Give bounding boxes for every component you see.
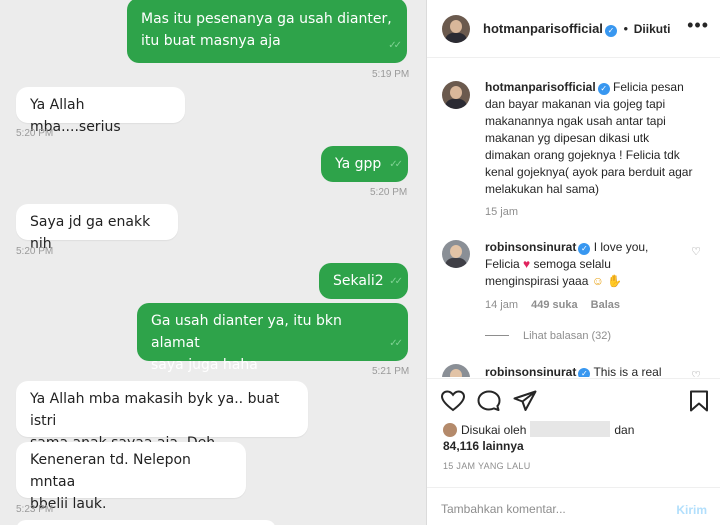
- comment-text: robinsonsinurat ✓ I love you, Felicia ♥ s…: [485, 239, 685, 290]
- avatar[interactable]: [442, 81, 470, 109]
- likes-prefix: Disukai oleh: [461, 423, 527, 437]
- avatar[interactable]: [442, 15, 470, 43]
- comment-username[interactable]: robinsonsinurat: [485, 240, 576, 254]
- caption-username[interactable]: hotmanparisofficial: [485, 80, 596, 94]
- pray-emoji-icon: ✋: [607, 274, 623, 288]
- likes-count[interactable]: 84,116 lainnya: [443, 439, 524, 453]
- header-separator: •: [623, 21, 629, 36]
- header-username[interactable]: hotmanparisofficial: [483, 21, 603, 36]
- caption-body: Felicia pesan dan bayar makanan via goje…: [485, 80, 693, 196]
- chat-bubble-incoming: Ya Allah mba makasih byk ya.. buat istri…: [16, 381, 308, 451]
- comment-meta: 14 jam 449 suka Balas: [485, 299, 620, 311]
- comments-list[interactable]: hotmanparisofficial ✓ Felicia pesan dan b…: [427, 59, 720, 377]
- chat-time: 5:21 PM: [372, 366, 410, 377]
- chat-bubble-incoming: Ya Allah mba....serius: [16, 87, 185, 135]
- share-send-icon[interactable]: [513, 390, 537, 416]
- read-check-icon: ✓✓: [389, 159, 403, 170]
- likes-count-line: 84,116 lainnya: [443, 438, 524, 455]
- chat-message-5-text: Sekali2: [333, 273, 384, 289]
- verified-badge-icon: ✓: [597, 83, 610, 95]
- chat-time: 5:19 PM: [372, 69, 410, 80]
- likes-summary: Disukai oleh dan: [461, 421, 634, 439]
- chat-time: 5:20 PM: [16, 246, 54, 257]
- chat-message-1-text: Mas itu pesenanya ga usah dianter, itu b…: [141, 11, 392, 49]
- liker-avatar[interactable]: [443, 423, 457, 437]
- chat-time: 5:23 PM: [16, 504, 54, 515]
- like-heart-icon[interactable]: [440, 390, 466, 416]
- avatar-body: [445, 258, 467, 268]
- comment-username[interactable]: robinsonsinurat: [485, 365, 576, 377]
- verified-badge-icon: ✓: [578, 368, 591, 377]
- chat-bubble-outgoing: Sekali2 ✓✓: [319, 263, 408, 299]
- avatar-body: [445, 33, 467, 43]
- add-comment-bar: Kirim: [427, 487, 720, 525]
- view-replies-button[interactable]: Lihat balasan (32): [485, 330, 611, 342]
- comment-likes[interactable]: 449 suka: [531, 299, 577, 311]
- comment-like-heart-icon[interactable]: ♡: [691, 245, 701, 258]
- post-header: hotmanparisofficial ✓ • Diikuti •••: [427, 0, 720, 58]
- chat-message-3-text: Ya gpp: [335, 156, 382, 172]
- chat-bubble-incoming: Keneneran td. Nelepon mntaa bbelii lauk.: [16, 442, 246, 512]
- smile-emoji-icon: ☺: [591, 274, 604, 288]
- red-heart-emoji-icon: ♥: [523, 257, 531, 271]
- avatar[interactable]: [442, 364, 470, 377]
- chat-bubble-incoming: Saya jd ga enakk nih: [16, 204, 178, 252]
- follow-status-button[interactable]: Diikuti: [634, 22, 671, 36]
- chat-screenshot: Mas itu pesenanya ga usah dianter, itu b…: [0, 0, 426, 525]
- avatar[interactable]: [442, 240, 470, 268]
- header-user: hotmanparisofficial ✓ • Diikuti: [483, 21, 670, 37]
- post-timestamp: 15 JAM YANG LALU: [443, 461, 531, 471]
- reply-button[interactable]: Balas: [591, 299, 620, 311]
- avatar-body: [445, 99, 467, 109]
- comment-bubble-icon[interactable]: [477, 390, 501, 416]
- comment-age: 14 jam: [485, 299, 519, 311]
- comment-input[interactable]: [441, 502, 661, 516]
- chat-time: 5:20 PM: [370, 187, 408, 198]
- chat-message-6-text: Ga usah dianter ya, itu bkn alamat saya …: [151, 313, 342, 373]
- read-check-icon: ✓✓: [389, 276, 403, 287]
- chat-bubble-incoming-partial: [16, 520, 276, 525]
- caption-text: hotmanparisofficial ✓ Felicia pesan dan b…: [485, 79, 695, 198]
- verified-badge-icon: ✓: [604, 25, 617, 37]
- instagram-post-panel: hotmanparisofficial ✓ • Diikuti ••• hotma…: [426, 0, 720, 525]
- read-check-icon: ✓✓: [389, 338, 403, 349]
- chat-bubble-outgoing: Ya gpp ✓✓: [321, 146, 408, 182]
- likes-conj: dan: [614, 423, 635, 437]
- chat-message-8-text: Keneneran td. Nelepon mntaa bbelii lauk.: [30, 452, 191, 512]
- avatar-face: [450, 86, 462, 99]
- chat-time: 5:20 PM: [16, 128, 54, 139]
- bookmark-save-icon[interactable]: [689, 390, 709, 416]
- replies-divider: [485, 335, 509, 336]
- post-comment-button[interactable]: Kirim: [676, 503, 707, 517]
- chat-bubble-outgoing: Ga usah dianter ya, itu bkn alamat saya …: [137, 303, 408, 373]
- caption-age: 15 jam: [485, 206, 519, 218]
- avatar-face: [450, 369, 462, 377]
- comment-text: robinsonsinurat ✓ This is a real: [485, 364, 695, 377]
- avatar-face: [450, 20, 462, 33]
- comment-like-heart-icon[interactable]: ♡: [691, 369, 701, 377]
- read-check-icon: ✓✓: [388, 40, 402, 51]
- view-replies-label: Lihat balasan (32): [523, 330, 612, 342]
- verified-badge-icon: ✓: [578, 243, 591, 255]
- avatar-face: [450, 245, 462, 258]
- more-options-icon[interactable]: •••: [687, 15, 709, 36]
- redacted-username: [530, 421, 611, 437]
- post-actions: Disukai oleh dan 84,116 lainnya 15 JAM YA…: [427, 378, 720, 525]
- chat-bubble-outgoing: Mas itu pesenanya ga usah dianter, itu b…: [127, 0, 407, 63]
- comment-body-a: This is a real: [593, 365, 662, 377]
